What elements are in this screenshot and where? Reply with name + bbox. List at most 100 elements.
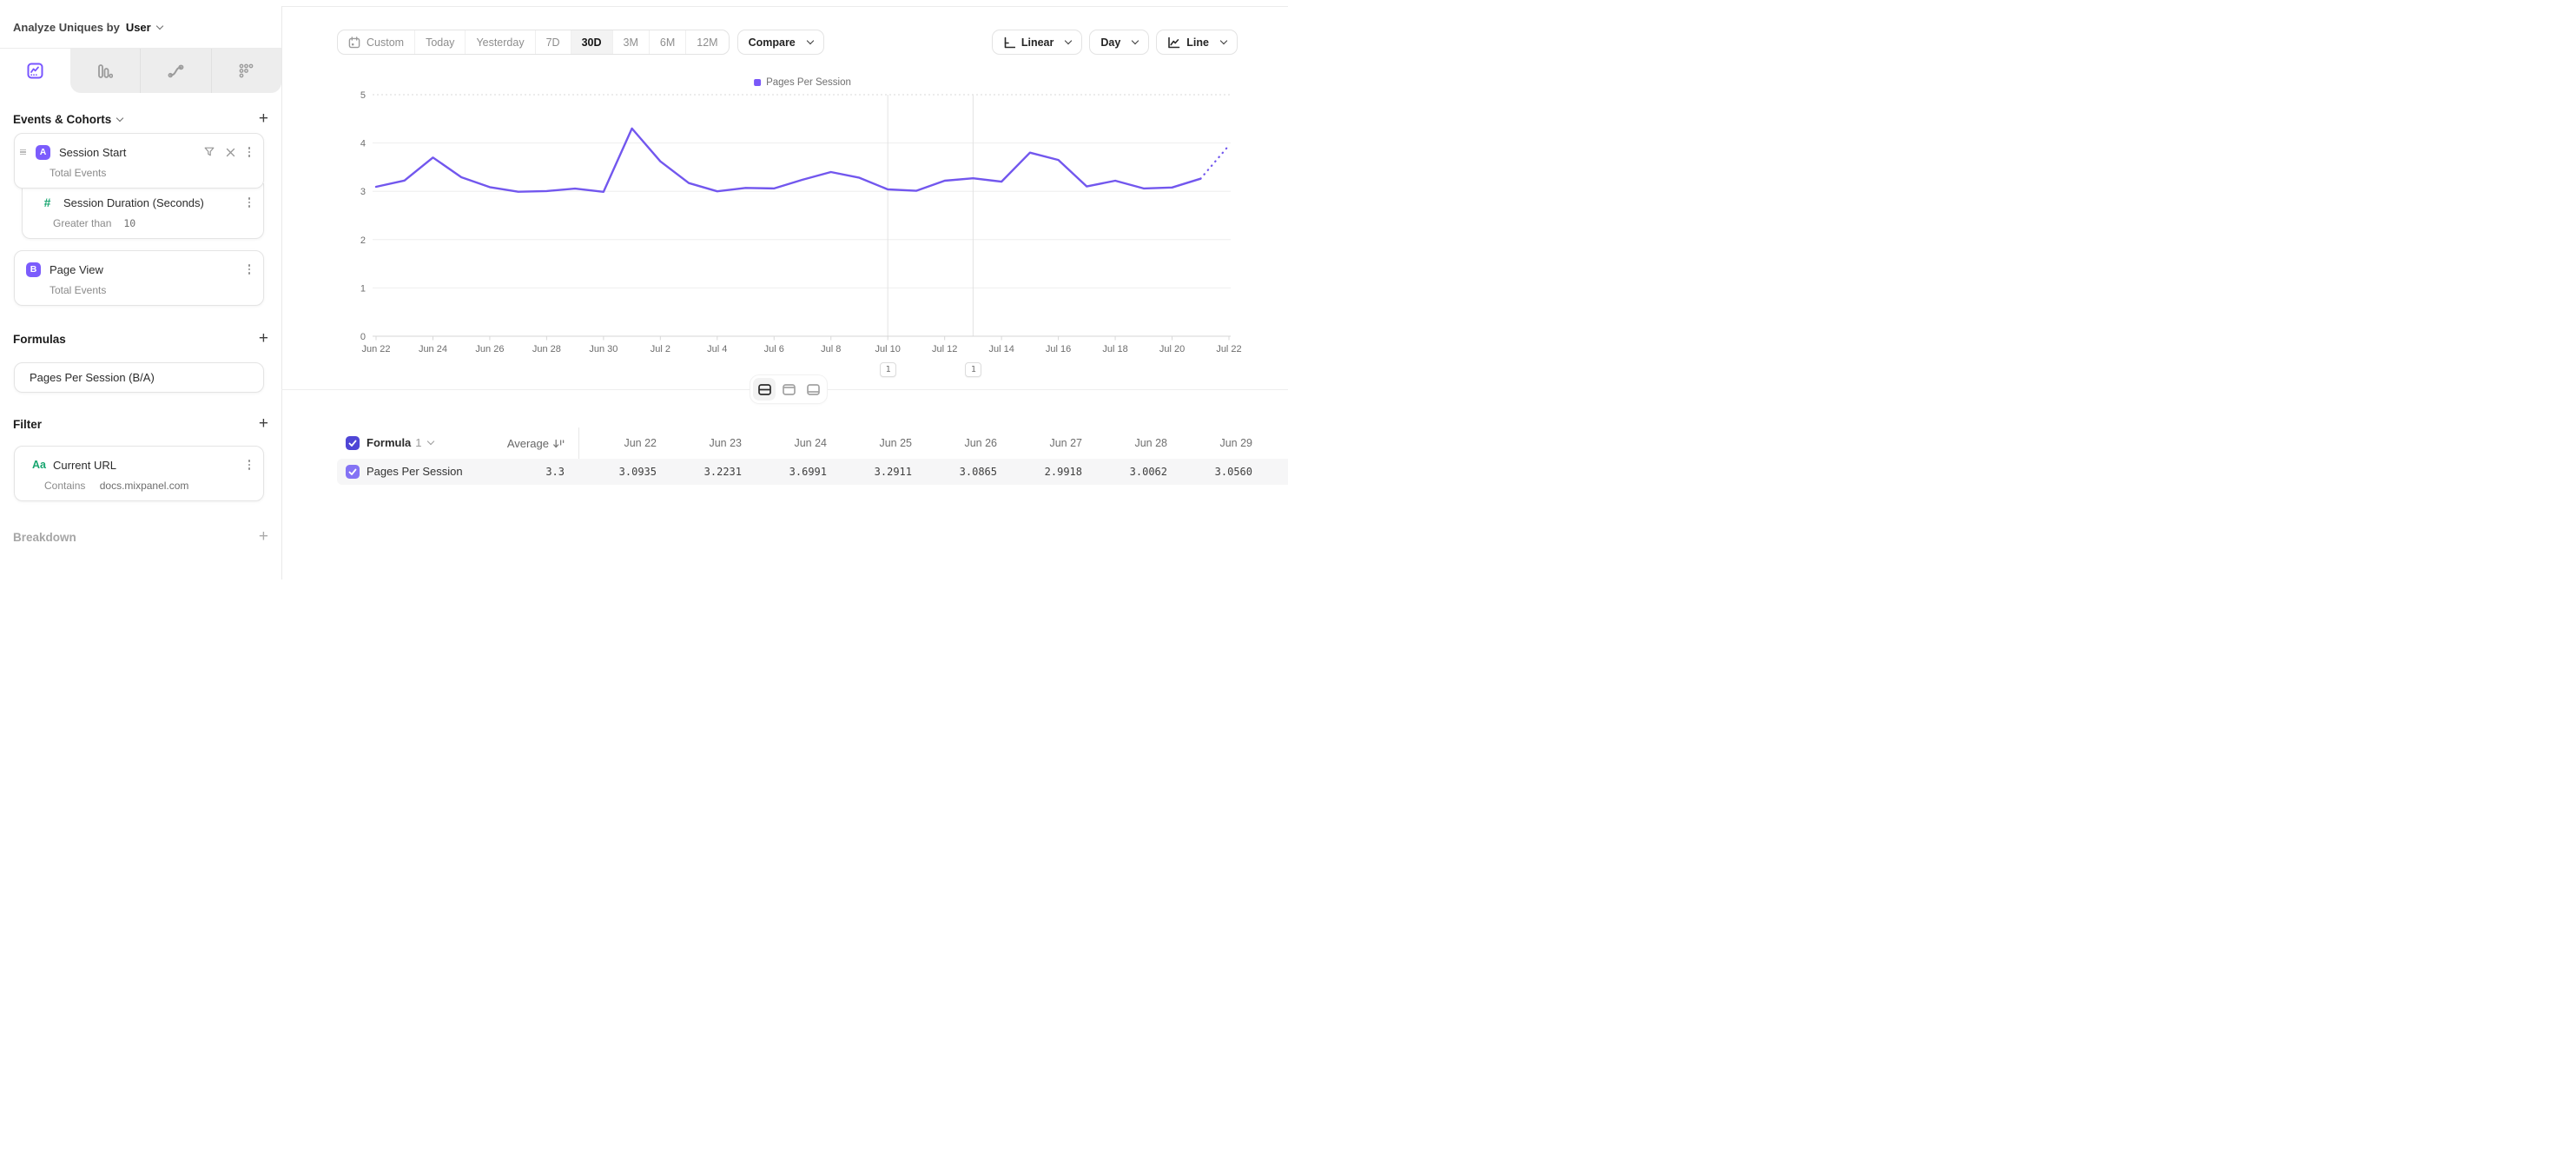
sort-descending-icon	[553, 439, 565, 449]
range-30d[interactable]: 30D	[571, 30, 612, 54]
legend-swatch	[754, 79, 761, 86]
add-formula-button[interactable]: +	[259, 331, 268, 347]
date-column-header[interactable]: Jun 24	[749, 437, 834, 449]
view-tabs	[0, 48, 281, 93]
chart-type-button[interactable]: Line	[1156, 30, 1238, 55]
formula-group-dropdown[interactable]: Formula 1	[367, 436, 433, 449]
scale-button[interactable]: Linear	[992, 30, 1083, 55]
event-name[interactable]: Session Start	[59, 146, 126, 159]
formula-card[interactable]: Pages Per Session (B/A)	[14, 362, 264, 393]
row-label: Pages Per Session	[367, 459, 463, 485]
svg-text:Jun 22: Jun 22	[361, 344, 390, 354]
property-name[interactable]: Session Duration (Seconds)	[63, 196, 204, 209]
insights-report-app: Analyze Uniques by User Events & Cohorts…	[0, 0, 1288, 580]
tab-funnels[interactable]	[70, 49, 141, 93]
event-measure[interactable]: Total Events	[15, 280, 263, 305]
svg-text:3: 3	[360, 187, 366, 197]
date-column-header[interactable]: Jun 29	[1174, 437, 1259, 449]
calendar-icon	[348, 36, 360, 49]
tab-flows[interactable]	[140, 49, 211, 93]
drag-handle-icon[interactable]	[19, 149, 29, 156]
analyze-by-value[interactable]: User	[126, 21, 151, 34]
value-cell: 3.0560	[1174, 466, 1259, 478]
add-filter-button[interactable]: +	[259, 416, 268, 432]
date-column-header[interactable]: Jun 25	[834, 437, 919, 449]
date-column-header[interactable]: Jun 23	[664, 437, 749, 449]
value-cell: 3.6991	[749, 466, 834, 478]
range-today[interactable]: Today	[414, 30, 465, 54]
date-column-header[interactable]: Jun 28	[1089, 437, 1174, 449]
event-card-group: A Session Start Total Events	[0, 133, 281, 239]
value-cell: 3.0935	[578, 466, 664, 478]
tab-insights[interactable]	[0, 49, 70, 93]
range-yesterday[interactable]: Yesterday	[465, 30, 534, 54]
add-breakdown-button[interactable]: +	[259, 529, 268, 545]
remove-icon[interactable]	[223, 145, 237, 159]
chart-only-view-button[interactable]	[777, 378, 800, 401]
chart-type-label: Line	[1186, 36, 1209, 49]
table-only-view-button[interactable]	[802, 378, 824, 401]
analyze-by-control[interactable]: Analyze Uniques by User	[0, 6, 281, 48]
svg-text:Jul 2: Jul 2	[651, 344, 670, 354]
table-row[interactable]: Pages Per Session 3.3 3.09353.22313.6991…	[337, 459, 1288, 485]
formula-text[interactable]: Pages Per Session (B/A)	[30, 371, 155, 384]
filter-operator[interactable]: Contains	[44, 480, 85, 492]
tab-retention[interactable]	[211, 49, 282, 93]
event-card-session-start[interactable]: A Session Start Total Events	[14, 133, 264, 189]
event-measure[interactable]: Total Events	[15, 162, 263, 188]
analyze-by-label: Analyze Uniques by	[13, 21, 120, 34]
svg-text:Jun 26: Jun 26	[475, 344, 504, 354]
kebab-menu-icon[interactable]	[244, 460, 254, 470]
chevron-down-icon	[1220, 37, 1227, 44]
flows-icon	[168, 63, 184, 78]
filter-icon[interactable]	[202, 145, 216, 159]
svg-text:1: 1	[360, 283, 366, 294]
panel-layout-toggle	[750, 375, 827, 403]
linear-scale-icon	[1003, 36, 1015, 49]
line-chart[interactable]: Jun 22Jun 24Jun 26Jun 28Jun 30Jul 2Jul 4…	[281, 87, 1288, 387]
chevron-down-icon[interactable]	[116, 114, 123, 121]
date-column-header[interactable]: Jun 22	[578, 437, 664, 449]
chart-canvas[interactable]: Jun 22Jun 24Jun 26Jun 28Jun 30Jul 2Jul 4…	[281, 87, 1288, 387]
select-all-checkbox[interactable]	[346, 436, 360, 450]
retention-icon	[239, 63, 254, 78]
interval-button[interactable]: Day	[1089, 30, 1149, 55]
date-column-header[interactable]: Jun 26	[919, 437, 1004, 449]
range-3m[interactable]: 3M	[612, 30, 649, 54]
property-operator[interactable]: Greater than	[53, 217, 111, 229]
number-property-icon: #	[40, 195, 55, 209]
value-cell: 3.2911	[834, 466, 919, 478]
svg-text:Jul 8: Jul 8	[821, 344, 841, 354]
compare-button[interactable]: Compare	[737, 30, 824, 55]
average-column-header[interactable]: Average	[507, 437, 565, 450]
property-card-session-duration[interactable]: # Session Duration (Seconds) Greater tha…	[22, 183, 264, 239]
date-column-header[interactable]: Jun 27	[1004, 437, 1089, 449]
row-values: 3.09353.22313.69913.29113.08652.99183.00…	[578, 459, 1259, 485]
add-event-button[interactable]: +	[259, 111, 268, 127]
insights-icon	[27, 63, 43, 79]
query-builder: Events & Cohorts + A Session Start	[0, 110, 281, 546]
event-card-page-view[interactable]: B Page View Total Events	[14, 250, 264, 306]
split-view-button[interactable]	[753, 378, 776, 401]
filter-section-title: Filter	[13, 418, 42, 431]
svg-text:Jul 14: Jul 14	[988, 344, 1014, 354]
annotation-badge[interactable]: 1	[880, 362, 896, 377]
range-7d[interactable]: 7D	[535, 30, 571, 54]
chevron-down-icon	[426, 438, 433, 445]
property-operand[interactable]: 10	[123, 217, 135, 229]
filter-property-name[interactable]: Current URL	[53, 459, 116, 472]
kebab-menu-icon[interactable]	[244, 264, 254, 275]
sidebar: Analyze Uniques by User Events & Cohorts…	[0, 6, 282, 580]
annotation-badge[interactable]: 1	[965, 362, 981, 377]
group-index: 1	[415, 436, 421, 449]
event-name[interactable]: Page View	[50, 263, 103, 276]
kebab-menu-icon[interactable]	[244, 147, 254, 157]
chevron-down-icon	[1065, 37, 1072, 44]
kebab-menu-icon[interactable]	[244, 197, 254, 208]
filter-operand[interactable]: docs.mixpanel.com	[100, 480, 189, 492]
range-12m[interactable]: 12M	[685, 30, 728, 54]
filter-card-current-url[interactable]: Aa Current URL Contains docs.mixpanel.co…	[14, 446, 264, 501]
row-checkbox[interactable]	[346, 465, 360, 479]
range-custom[interactable]: Custom	[338, 30, 414, 54]
range-6m[interactable]: 6M	[649, 30, 685, 54]
